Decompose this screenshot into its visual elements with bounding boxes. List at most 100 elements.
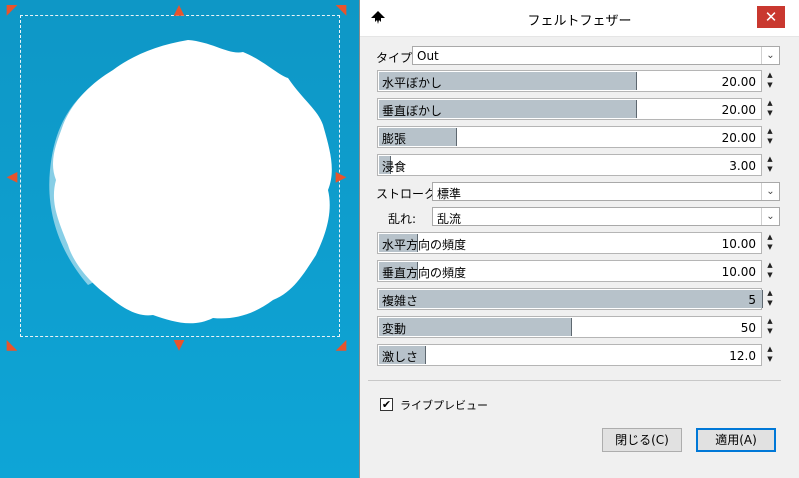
slider-label: 浸食 — [382, 160, 407, 174]
slider-row: 激しさ 12.0 ▲ ▼ — [374, 344, 780, 366]
dialog-title: フェルトフェザー — [527, 14, 632, 29]
spin-down-icon[interactable]: ▼ — [764, 270, 776, 280]
resize-handle-right[interactable]: ▶ — [334, 170, 348, 184]
slider-value: 50 — [740, 321, 756, 335]
slider-row: 膨張 20.00 ▲ ▼ — [374, 126, 780, 148]
slider-label: 水平方向の頻度 — [382, 238, 467, 252]
felt-feather-dialog: フェルトフェザー ✕ タイプ: Out ⌄ 水平ぼかし 20.00 ▲ ▼ 垂直ぼかし 2… — [359, 0, 799, 478]
slider-fill — [379, 290, 763, 308]
spin-up-icon[interactable]: ▲ — [764, 126, 776, 136]
resize-handle-left[interactable]: ◀ — [5, 170, 19, 184]
slider-label: 垂直ぼかし — [382, 104, 443, 118]
spin-down-icon[interactable]: ▼ — [764, 298, 776, 308]
selection-box — [20, 15, 340, 337]
turbulence-row: 乱れ: 乱流 ⌄ — [374, 207, 780, 227]
turbulence-value: 乱流 — [437, 212, 462, 226]
spin-down-icon[interactable]: ▼ — [764, 164, 776, 174]
spin-up-icon[interactable]: ▲ — [764, 98, 776, 108]
slider-row: 複雑さ 5 ▲ ▼ — [374, 288, 780, 310]
spin-down-icon[interactable]: ▼ — [764, 326, 776, 336]
title-bar[interactable]: フェルトフェザー ✕ — [360, 0, 799, 37]
chevron-down-icon: ⌄ — [761, 208, 779, 225]
spin-down-icon[interactable]: ▼ — [764, 242, 776, 252]
live-preview-checkbox[interactable]: ✔ — [380, 398, 393, 411]
slider-track[interactable]: 変動 50 — [377, 316, 762, 338]
slider-label: 水平ぼかし — [382, 76, 443, 90]
slider-track[interactable]: 複雑さ 5 — [377, 288, 763, 310]
spin-up-icon[interactable]: ▲ — [764, 154, 776, 164]
resize-handle-bottom[interactable]: ▼ — [172, 338, 186, 352]
spin-buttons[interactable]: ▲ ▼ — [764, 288, 776, 310]
spin-buttons[interactable]: ▲ ▼ — [764, 344, 776, 366]
spin-down-icon[interactable]: ▼ — [764, 136, 776, 146]
spin-buttons[interactable]: ▲ ▼ — [764, 126, 776, 148]
spin-down-icon[interactable]: ▼ — [764, 354, 776, 364]
canvas[interactable]: ▲ ▼ ◀ ▶ ◤ ◥ ◣ ◢ — [0, 0, 358, 478]
slider-track[interactable]: 膨張 20.00 — [377, 126, 762, 148]
slider-fill — [379, 318, 572, 336]
spin-buttons[interactable]: ▲ ▼ — [764, 316, 776, 338]
slider-track[interactable]: 水平方向の頻度 10.00 — [377, 232, 762, 254]
slider-value: 10.00 — [721, 265, 756, 279]
slider-value: 3.00 — [729, 159, 756, 173]
slider-label: 激しさ — [382, 350, 419, 364]
spin-up-icon[interactable]: ▲ — [764, 288, 776, 298]
type-value: Out — [417, 49, 439, 63]
slider-label: 膨張 — [382, 132, 407, 146]
chevron-down-icon: ⌄ — [761, 47, 779, 64]
turbulence-label: 乱れ: — [388, 212, 417, 226]
spin-buttons[interactable]: ▲ ▼ — [764, 70, 776, 92]
chevron-down-icon: ⌄ — [761, 183, 779, 200]
slider-value: 20.00 — [721, 103, 756, 117]
spin-up-icon[interactable]: ▲ — [764, 70, 776, 80]
slider-value: 20.00 — [721, 75, 756, 89]
close-window-button[interactable]: ✕ — [757, 6, 785, 28]
spin-buttons[interactable]: ▲ ▼ — [764, 260, 776, 282]
slider-value: 12.0 — [729, 349, 756, 363]
stroke-label: ストローク: — [376, 187, 441, 201]
slider-row: 水平方向の頻度 10.00 ▲ ▼ — [374, 232, 780, 254]
resize-handle-bottom-right[interactable]: ◢ — [334, 338, 348, 352]
slider-label: 垂直方向の頻度 — [382, 266, 467, 280]
spin-down-icon[interactable]: ▼ — [764, 108, 776, 118]
slider-row: 変動 50 ▲ ▼ — [374, 316, 780, 338]
slider-track[interactable]: 浸食 3.00 — [377, 154, 762, 176]
resize-handle-top-left[interactable]: ◤ — [5, 3, 19, 17]
stroke-select[interactable]: 標準 ⌄ — [432, 182, 780, 201]
separator — [368, 380, 781, 381]
live-preview-row: ✔ ライブプレビュー — [368, 384, 781, 428]
type-select[interactable]: Out ⌄ — [412, 46, 780, 65]
slider-track[interactable]: 水平ぼかし 20.00 — [377, 70, 762, 92]
slider-track[interactable]: 垂直ぼかし 20.00 — [377, 98, 762, 120]
slider-value: 5 — [748, 293, 756, 307]
spin-up-icon[interactable]: ▲ — [764, 316, 776, 326]
slider-value: 20.00 — [721, 131, 756, 145]
slider-track[interactable]: 垂直方向の頻度 10.00 — [377, 260, 762, 282]
type-row: タイプ: Out ⌄ — [374, 46, 780, 66]
stroke-value: 標準 — [437, 187, 462, 201]
stroke-row: ストローク: 標準 ⌄ — [374, 182, 780, 202]
resize-handle-bottom-left[interactable]: ◣ — [5, 338, 19, 352]
slider-label: 変動 — [382, 322, 407, 336]
slider-row: 水平ぼかし 20.00 ▲ ▼ — [374, 70, 780, 92]
slider-track[interactable]: 激しさ 12.0 — [377, 344, 762, 366]
turbulence-select[interactable]: 乱流 ⌄ — [432, 207, 780, 226]
live-preview-label: ライブプレビュー — [400, 399, 488, 412]
slider-label: 複雑さ — [382, 294, 419, 308]
spin-up-icon[interactable]: ▲ — [764, 344, 776, 354]
spin-buttons[interactable]: ▲ ▼ — [764, 232, 776, 254]
resize-handle-top[interactable]: ▲ — [172, 3, 186, 17]
close-button[interactable]: 閉じる(C) — [602, 428, 682, 452]
spin-buttons[interactable]: ▲ ▼ — [764, 154, 776, 176]
spin-buttons[interactable]: ▲ ▼ — [764, 98, 776, 120]
slider-row: 垂直ぼかし 20.00 ▲ ▼ — [374, 98, 780, 120]
resize-handle-top-right[interactable]: ◥ — [334, 3, 348, 17]
spin-up-icon[interactable]: ▲ — [764, 260, 776, 270]
spin-down-icon[interactable]: ▼ — [764, 80, 776, 90]
settings-panel: タイプ: Out ⌄ 水平ぼかし 20.00 ▲ ▼ 垂直ぼかし 20.00 ▲ ▼ 膨張 20.… — [368, 36, 781, 382]
slider-value: 10.00 — [721, 237, 756, 251]
type-label: タイプ: — [376, 51, 417, 65]
apply-button[interactable]: 適用(A) — [696, 428, 776, 452]
spin-up-icon[interactable]: ▲ — [764, 232, 776, 242]
slider-row: 垂直方向の頻度 10.00 ▲ ▼ — [374, 260, 780, 282]
